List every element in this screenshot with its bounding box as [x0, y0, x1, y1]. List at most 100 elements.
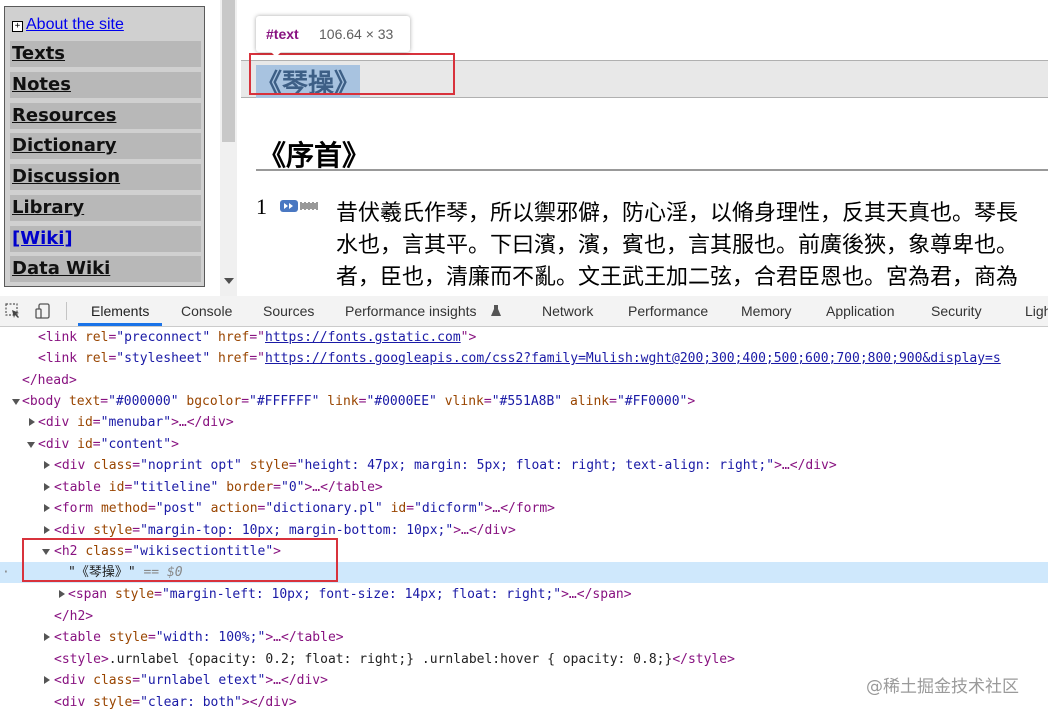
collapse-triangle-icon[interactable] [27, 442, 35, 448]
tab-performance-insights[interactable]: Performance insights [345, 296, 477, 326]
sidebar-item-notes[interactable]: Notes [10, 72, 201, 98]
expand-triangle-icon[interactable] [29, 418, 35, 426]
attr-value: "#000000" [108, 394, 179, 409]
dom-node-noprint-opt[interactable]: <div class="noprint opt" style="height: … [0, 455, 1048, 476]
attr-value: "margin-top: 10px; margin-bottom: 10px;" [140, 523, 454, 538]
tag-open: <form [54, 501, 101, 516]
expand-plus-icon[interactable]: + [12, 21, 23, 32]
watermark: @稀土掘金技术社区 [866, 677, 1019, 697]
attr-value: "post" [155, 501, 203, 516]
tag-ellipsis: >… [561, 587, 577, 602]
attr-value: "margin-left: 10px; font-size: 14px; flo… [161, 587, 562, 602]
sidebar-item-wiki[interactable]: [Wiki] [10, 226, 201, 252]
active-tab-indicator [78, 323, 162, 326]
dom-node-head-close[interactable]: </head> [0, 370, 1048, 391]
attr-name: action [210, 501, 258, 516]
tag-close: </h2> [54, 609, 94, 624]
tooltip-dimensions: 106.64 × 33 [319, 26, 394, 42]
expand-triangle-icon[interactable] [44, 483, 50, 491]
expand-triangle-icon[interactable] [44, 633, 50, 641]
attr-value: "noprint opt" [140, 458, 242, 473]
sidebar-item-data-wiki[interactable]: Data Wiki [10, 256, 201, 282]
dom-node-h2-close[interactable]: </h2> [0, 606, 1048, 627]
devtools-toolbar: Elements Console Sources Performance ins… [0, 296, 1048, 327]
attr-value: "urnlabel etext" [140, 673, 266, 688]
scrollbar-thumb[interactable] [222, 0, 235, 142]
dom-node-link-stylesheet[interactable]: <link rel="stylesheet" href="https://fon… [0, 348, 1048, 369]
sidebar-item-resources[interactable]: Resources [10, 103, 201, 129]
attr-name: id [108, 480, 125, 495]
tab-sources[interactable]: Sources [263, 296, 314, 326]
tag-open: <body [22, 394, 69, 409]
attr-name: style [108, 630, 148, 645]
tag-close: </style> [672, 652, 735, 667]
dom-node-dicform[interactable]: <form method="post" action="dictionary.p… [0, 498, 1048, 519]
verse-line: 昔伏羲氏作琴，所以禦邪僻，防心淫，以脩身理性，反其天真也。琴長 [336, 201, 1019, 226]
sidebar-item-texts[interactable]: Texts [10, 41, 201, 67]
attr-name: rel [84, 351, 109, 366]
page-scrollbar[interactable] [220, 0, 237, 296]
attr-value: "#0000EE" [366, 394, 437, 409]
expand-triangle-icon[interactable] [44, 461, 50, 469]
tag-open: <div [38, 437, 78, 452]
dom-node-span-float[interactable]: <span style="margin-left: 10px; font-siz… [0, 584, 1048, 605]
sidebar-item-library[interactable]: Library [10, 195, 201, 221]
tab-network[interactable]: Network [542, 296, 593, 326]
attr-value: "dicform" [414, 501, 485, 516]
expand-triangle-icon[interactable] [44, 676, 50, 684]
dom-node-body[interactable]: <body text="#000000" bgcolor="#FFFFFF" l… [0, 391, 1048, 412]
expand-triangle-icon[interactable] [44, 526, 50, 534]
tab-lighthouse[interactable]: Ligh [1025, 296, 1048, 326]
tooltip-node-tag: #text [266, 26, 299, 42]
expand-triangle-icon[interactable] [44, 504, 50, 512]
tag-close: </head> [22, 373, 77, 388]
tag-close: </div> [468, 523, 516, 538]
attr-value: "clear: both" [140, 695, 242, 710]
tag-ellipsis: >… [171, 415, 187, 430]
attr-name: text [68, 394, 101, 409]
attr-name: style [93, 695, 133, 710]
attr-value: "content" [100, 437, 172, 452]
expand-triangle-icon[interactable] [59, 590, 65, 598]
tag-close: > [468, 330, 477, 345]
tag-close: </div> [789, 458, 837, 473]
attr-name: alink [569, 394, 610, 409]
tab-performance[interactable]: Performance [628, 296, 708, 326]
attr-name: class [93, 458, 133, 473]
attr-name: style [93, 523, 133, 538]
sidebar-item-dictionary[interactable]: Dictionary [10, 133, 201, 159]
attr-value: "preconnect" [116, 330, 211, 345]
dom-node-titleline[interactable]: <table id="titleline" border="0">…</tabl… [0, 477, 1048, 498]
attr-url-link[interactable]: https://fonts.googleapis.com/css2?family… [265, 351, 1001, 366]
attr-name: href [218, 351, 250, 366]
tab-application[interactable]: Application [826, 296, 895, 326]
audio-play-icon[interactable] [280, 200, 320, 212]
tab-memory[interactable]: Memory [741, 296, 792, 326]
sidebar-item-discussion[interactable]: Discussion [10, 164, 201, 190]
dom-node-table-width[interactable]: <table style="width: 100%;">…</table> [0, 627, 1048, 648]
attr-url-link[interactable]: https://fonts.gstatic.com [265, 330, 461, 345]
about-link[interactable]: About the site [26, 16, 124, 33]
dom-node-menubar[interactable]: <div id="menubar">…</div> [0, 412, 1048, 433]
dom-node-content[interactable]: <div id="content"> [0, 434, 1048, 455]
tag-close: </table> [281, 630, 344, 645]
attr-name: style [249, 458, 289, 473]
collapse-triangle-icon[interactable] [12, 399, 20, 405]
scroll-down-arrow-icon[interactable] [224, 278, 234, 284]
style-content: .urnlabel {opacity: 0.2; float: right;} … [108, 652, 673, 667]
tag-close: > [171, 437, 179, 452]
attr-name: id [77, 415, 93, 430]
verse-line: 者，臣也，清廉而不亂。文王武王加二弦，合君臣恩也。宮為君，商為 [336, 265, 1019, 290]
tag-close: </span> [576, 587, 632, 602]
attr-name: rel [84, 330, 109, 345]
inspect-element-icon[interactable] [5, 303, 21, 319]
red-annotation-box-title [249, 53, 455, 95]
dom-node-link-preconnect[interactable]: <link rel="preconnect" href="https://fon… [0, 327, 1048, 348]
tab-security[interactable]: Security [931, 296, 982, 326]
attr-value: "height: 47px; margin: 5px; float: right… [296, 458, 775, 473]
dom-node-style[interactable]: <style>.urnlabel {opacity: 0.2; float: r… [0, 649, 1048, 670]
device-toolbar-icon[interactable] [35, 303, 51, 319]
tab-console[interactable]: Console [181, 296, 232, 326]
tag-close: > [687, 394, 696, 409]
tab-elements[interactable]: Elements [91, 296, 149, 326]
